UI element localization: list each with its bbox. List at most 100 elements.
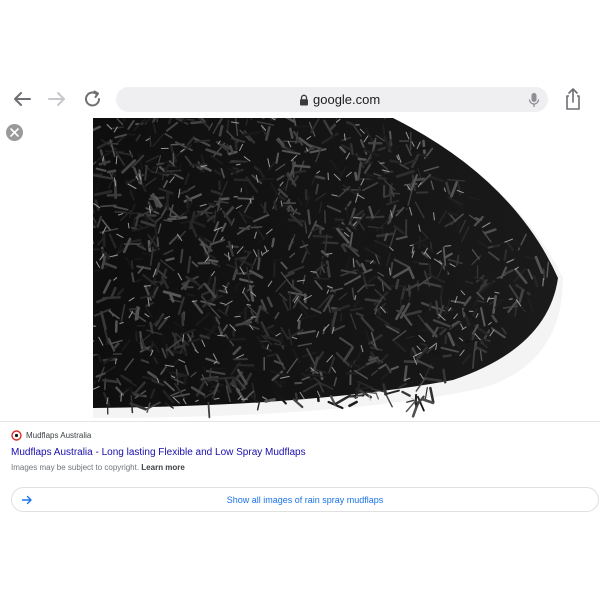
grass-blade	[418, 235, 422, 250]
forward-button[interactable]	[46, 88, 68, 110]
grass-blade	[256, 257, 261, 271]
arrow-left-icon	[14, 92, 31, 106]
grass-blade	[207, 401, 211, 419]
back-button[interactable]	[11, 88, 33, 110]
grass-blade	[345, 371, 358, 375]
grass-blade	[395, 278, 400, 290]
grass-highlight	[120, 393, 122, 402]
grass-blade	[257, 178, 274, 181]
grass-blade	[263, 201, 267, 214]
address-bar[interactable]: google.com	[116, 87, 548, 112]
grass-blade	[294, 381, 303, 385]
grass-blade	[321, 241, 339, 245]
grass-blade	[132, 216, 136, 229]
grass-highlight	[143, 285, 151, 287]
grass-blade	[104, 150, 125, 153]
arrow-right-icon	[48, 92, 65, 106]
grass-blade	[171, 350, 188, 355]
source-name[interactable]: Mudflaps Australia	[26, 430, 91, 441]
grass-blade	[165, 257, 175, 262]
copyright-notice: Images may be subject to copyright. Lear…	[11, 462, 185, 473]
grass-highlight	[217, 334, 226, 337]
reload-icon	[85, 90, 100, 107]
grass-blade	[354, 171, 358, 181]
result-title-link[interactable]: Mudflaps Australia - Long lasting Flexib…	[11, 446, 306, 459]
grass-blade	[143, 214, 149, 224]
grass-blade	[234, 140, 238, 150]
grass-blade	[322, 284, 326, 295]
grass-blade	[339, 312, 343, 322]
grass-blade	[350, 396, 359, 399]
grass-blade	[435, 300, 439, 315]
grass-blade	[440, 285, 444, 296]
grass-blade	[292, 164, 311, 169]
grass-highlight	[444, 245, 452, 247]
grass-highlight	[235, 163, 241, 166]
show-all-images-label: Show all images of rain spray mudflaps	[226, 495, 384, 505]
show-all-images-button[interactable]: Show all images of rain spray mudflaps	[11, 487, 599, 512]
grass-blade	[219, 197, 230, 201]
grass-blade	[226, 337, 246, 341]
grass-blade	[503, 249, 508, 262]
copyright-text: Images may be subject to copyright.	[11, 463, 140, 472]
mudflaps-australia-favicon-icon	[11, 430, 22, 441]
grass-blade	[431, 351, 441, 356]
grass-blade	[264, 397, 276, 403]
close-viewer-button[interactable]	[6, 124, 23, 141]
grass-highlight	[261, 251, 263, 257]
grass-blade	[315, 175, 326, 180]
grass-blade	[93, 248, 100, 251]
grass-blade	[122, 118, 126, 123]
grass-highlight	[127, 222, 130, 229]
grass-blade	[134, 257, 143, 261]
grass-blade	[297, 320, 301, 330]
grass-blade	[336, 224, 352, 228]
artificial-grass-image	[93, 118, 575, 420]
grass-blade	[416, 191, 429, 194]
grass-blade	[273, 200, 278, 211]
share-button[interactable]	[562, 87, 584, 111]
grass-blade	[428, 263, 432, 276]
grass-blade	[282, 140, 300, 143]
grass-blade	[156, 171, 175, 175]
browser-toolbar: google.com	[0, 80, 600, 118]
grass-blade	[330, 319, 333, 332]
grass-blade	[277, 380, 288, 385]
close-icon	[10, 128, 19, 137]
grass-blade	[428, 302, 432, 311]
grass-blade	[106, 169, 117, 174]
grass-blade	[388, 192, 401, 195]
grass-blade	[149, 135, 152, 148]
grass-blade	[319, 370, 324, 381]
grass-blade	[402, 203, 407, 217]
grass-blade	[448, 212, 458, 217]
lock-icon	[300, 94, 308, 106]
grass-highlight	[542, 278, 544, 287]
grass-blade	[324, 209, 327, 224]
grass-blade	[313, 277, 330, 280]
grass-blade	[165, 190, 170, 211]
grass-blade	[207, 377, 218, 382]
learn-more-link[interactable]: Learn more	[141, 463, 185, 472]
grass-blade	[442, 368, 447, 384]
grass-blade	[206, 258, 219, 263]
reload-button[interactable]	[82, 88, 104, 110]
grass-blade	[250, 226, 263, 229]
grass-blade	[188, 163, 208, 167]
grass-blade	[193, 139, 211, 143]
grass-blade	[307, 209, 311, 225]
grass-blade	[243, 250, 252, 254]
grass-blade	[442, 354, 452, 358]
grass-highlight	[115, 155, 118, 165]
image-preview[interactable]	[93, 118, 575, 420]
grass-highlight	[115, 358, 117, 365]
grass-blade	[542, 268, 546, 281]
grass-blade	[179, 248, 184, 264]
grass-blade	[166, 169, 182, 173]
grass-blade	[294, 392, 299, 401]
grass-blade	[238, 227, 251, 230]
microphone-icon[interactable]	[527, 92, 541, 108]
grass-highlight	[409, 244, 414, 247]
grass-blade	[292, 159, 295, 178]
grass-blade	[408, 284, 411, 298]
